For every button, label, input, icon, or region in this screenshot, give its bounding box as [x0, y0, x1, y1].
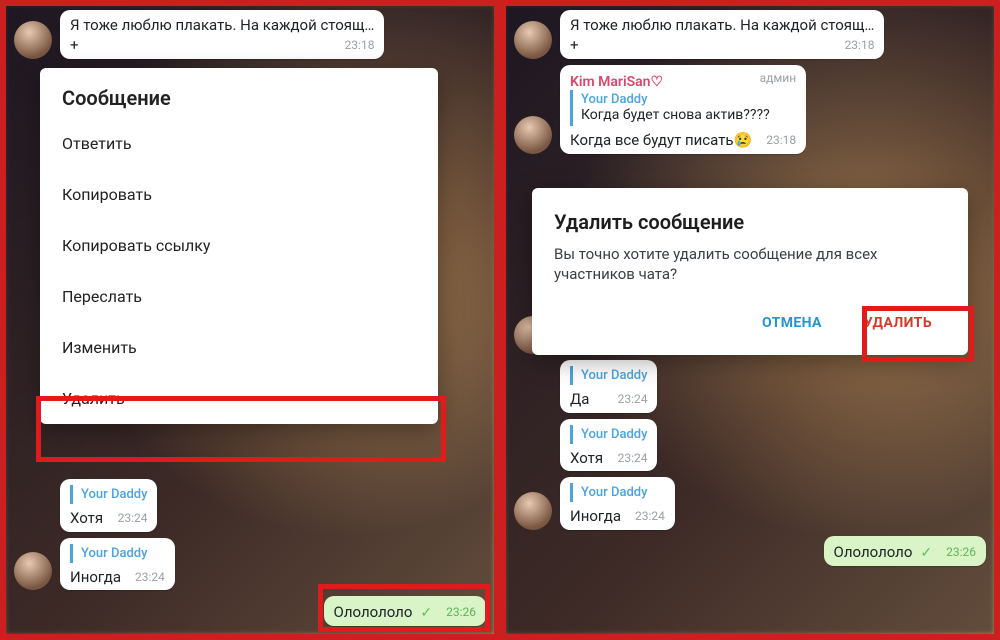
incoming-bubble[interactable]: Я тоже люблю плакать. На каждой стоящ… +…	[60, 10, 384, 59]
incoming-bubble[interactable]: Я тоже люблю плакать. На каждой стоящ… +…	[560, 10, 884, 59]
dialog-title: Удалить сообщение	[554, 210, 946, 234]
dialog-text: Вы точно хотите удалить сообщение для вс…	[554, 244, 946, 285]
message-extra: +	[70, 36, 79, 54]
message-text: Когда все будут писать😢	[570, 131, 752, 149]
incoming-bubble[interactable]: Your Daddy Иногда 23:24	[60, 538, 175, 591]
reply-text: Когда будет снова актив????	[581, 107, 796, 125]
avatar[interactable]	[14, 21, 52, 59]
menu-item-edit[interactable]: Изменить	[40, 322, 438, 373]
message-row: Your Daddy Хотя 23:24	[14, 479, 486, 532]
message-time: 23:24	[618, 392, 648, 406]
message-text: Ололололо	[334, 603, 413, 621]
message-extra: +	[570, 36, 579, 54]
reply-sender: Your Daddy	[581, 427, 647, 442]
reply-sender: Your Daddy	[581, 92, 796, 107]
message-text: Иногда	[570, 507, 621, 525]
message-row: Your Daddy Иногда 23:24	[514, 477, 986, 530]
menu-item-forward[interactable]: Переслать	[40, 271, 438, 322]
panel-left: Я тоже люблю плакать. На каждой стоящ… +…	[0, 0, 500, 640]
message-text: Я тоже люблю плакать. На каждой стоящ…	[70, 16, 374, 35]
avatar[interactable]	[514, 21, 552, 59]
menu-item-delete[interactable]: Удалить	[40, 373, 438, 424]
two-panel-layout: Я тоже люблю плакать. На каждой стоящ… +…	[0, 0, 1000, 640]
message-row-outgoing: Ололололо 23:26 ✓	[514, 536, 986, 566]
message-time: 23:26	[946, 545, 976, 559]
avatar[interactable]	[14, 552, 52, 590]
delete-button[interactable]: УДАЛИТЬ	[850, 305, 946, 341]
message-time: 23:18	[845, 38, 875, 52]
message-context-menu: Сообщение Ответить Копировать Копировать…	[40, 68, 438, 424]
message-text: Я тоже люблю плакать. На каждой стоящ…	[570, 16, 874, 35]
message-time: 23:24	[635, 509, 665, 523]
reply-preview: Your Daddy Когда будет снова актив????	[570, 90, 796, 127]
delete-confirm-dialog: Удалить сообщение Вы точно хотите удалит…	[532, 188, 968, 355]
message-time: 23:24	[618, 451, 648, 465]
message-row: Я тоже люблю плакать. На каждой стоящ… +…	[14, 10, 486, 59]
message-time: 23:24	[118, 511, 148, 525]
menu-item-copy[interactable]: Копировать	[40, 169, 438, 220]
menu-item-reply[interactable]: Ответить	[40, 118, 438, 169]
reply-sender: Your Daddy	[81, 546, 165, 561]
message-row: Your Daddy Иногда 23:24	[14, 538, 486, 591]
message-row-outgoing: Ололололо 23:26 ✓	[14, 596, 486, 626]
check-icon: ✓	[920, 545, 932, 561]
reply-preview: Your Daddy	[570, 425, 647, 444]
reply-sender: Your Daddy	[81, 487, 147, 502]
message-row: Your Daddy Хотя 23:24	[514, 419, 986, 472]
message-text: Иногда	[70, 568, 121, 586]
message-row: Kim MariSan♡ админ Your Daddy Когда буде…	[514, 65, 986, 154]
message-time: 23:24	[135, 570, 165, 584]
message-row: Я тоже люблю плакать. На каждой стоящ… +…	[514, 10, 986, 59]
incoming-bubble[interactable]: Kim MariSan♡ админ Your Daddy Когда буде…	[560, 65, 806, 154]
message-text: Хотя	[70, 509, 103, 527]
message-time: 23:26	[446, 605, 476, 619]
avatar[interactable]	[514, 492, 552, 530]
incoming-bubble[interactable]: Your Daddy Хотя 23:24	[60, 479, 157, 532]
message-row: Your Daddy Да 23:24	[514, 360, 986, 413]
incoming-bubble[interactable]: Your Daddy Хотя 23:24	[560, 419, 657, 472]
dialog-actions: ОТМЕНА УДАЛИТЬ	[554, 305, 946, 341]
panel-right: Я тоже люблю плакать. На каждой стоящ… +…	[500, 0, 1000, 640]
reply-preview: Your Daddy	[70, 485, 147, 504]
message-text: Да	[570, 390, 589, 408]
reply-preview: Your Daddy	[570, 366, 647, 385]
check-icon: ✓	[420, 605, 432, 621]
avatar[interactable]	[514, 116, 552, 154]
outgoing-bubble[interactable]: Ололололо 23:26 ✓	[824, 536, 986, 566]
message-text: Хотя	[570, 449, 603, 467]
message-text: Ололололо	[834, 543, 913, 561]
outgoing-bubble[interactable]: Ололололо 23:26 ✓	[324, 596, 486, 626]
admin-label: админ	[760, 71, 797, 85]
reply-sender: Your Daddy	[581, 368, 647, 383]
sender-name: Kim MariSan♡	[570, 74, 663, 90]
reply-preview: Your Daddy	[70, 544, 165, 563]
menu-item-copy-link[interactable]: Копировать ссылку	[40, 220, 438, 271]
reply-preview: Your Daddy	[570, 483, 665, 502]
menu-title: Сообщение	[40, 86, 438, 118]
cancel-button[interactable]: ОТМЕНА	[748, 305, 836, 341]
message-time: 23:18	[345, 38, 375, 52]
incoming-bubble[interactable]: Your Daddy Да 23:24	[560, 360, 657, 413]
message-time: 23:18	[766, 133, 796, 147]
incoming-bubble[interactable]: Your Daddy Иногда 23:24	[560, 477, 675, 530]
reply-sender: Your Daddy	[581, 485, 665, 500]
